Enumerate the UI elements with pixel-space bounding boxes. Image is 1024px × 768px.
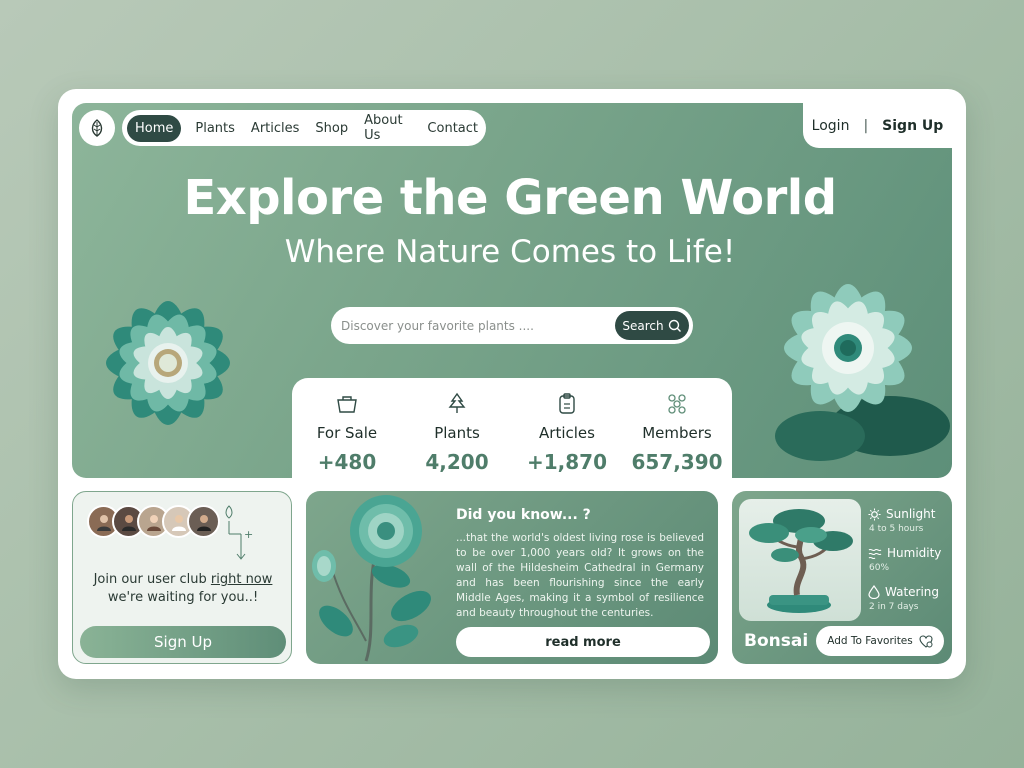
members-icon [668, 394, 686, 414]
main-nav: Home Plants Articles Shop About Us Conta… [122, 110, 486, 146]
search-input[interactable] [341, 318, 609, 333]
person-icon [146, 514, 161, 531]
person-icon [121, 514, 136, 531]
care-title: Watering [885, 585, 940, 599]
leaf-logo-icon [91, 119, 103, 137]
login-link[interactable]: Login [812, 118, 850, 134]
bonsai-card: Sunlight 4 to 5 hours Humidity 60% Water… [732, 491, 952, 664]
stats-panel: For Sale +480 Plants 4,200 Articles +1,8… [292, 378, 732, 478]
dahlia-flower-right-image [775, 284, 950, 461]
stat-label: Articles [539, 424, 595, 442]
club-text-before: Join our user club [93, 572, 211, 587]
club-signup-button[interactable]: Sign Up [80, 626, 286, 658]
person-icon [171, 514, 186, 531]
stat-value: +480 [317, 450, 377, 474]
club-message: Join our user club right now we're waiti… [73, 571, 293, 607]
heart-add-icon [919, 634, 933, 648]
bonsai-tree-image [749, 509, 853, 613]
nav-shop[interactable]: Shop [307, 115, 356, 142]
stat-value: 4,200 [425, 450, 489, 474]
stat-label: Plants [434, 424, 480, 442]
care-sunlight: Sunlight 4 to 5 hours [868, 507, 950, 534]
tree-icon [448, 392, 466, 413]
person-icon [96, 514, 111, 531]
nav-about-us[interactable]: About Us [356, 107, 419, 149]
favorites-label: Add To Favorites [827, 635, 913, 647]
signup-link[interactable]: Sign Up [882, 118, 943, 134]
water-drop-icon [868, 585, 880, 599]
member-avatars [87, 505, 220, 538]
care-humidity: Humidity 60% [868, 546, 950, 573]
avatar [187, 505, 220, 538]
care-title: Humidity [887, 546, 942, 560]
humidity-icon [868, 548, 882, 559]
plus-sign: + [244, 528, 254, 541]
plant-name: Bonsai [744, 631, 809, 651]
care-detail: 2 in 7 days [869, 602, 919, 612]
auth-links: Login | Sign Up [803, 103, 952, 148]
stat-value: 657,390 [631, 450, 723, 474]
logo[interactable] [79, 110, 115, 146]
stat-articles: Articles +1,870 [517, 392, 617, 474]
stat-plants: Plants 4,200 [407, 392, 507, 474]
club-right-now-link[interactable]: right now [211, 572, 273, 587]
care-title: Sunlight [886, 507, 936, 521]
club-text-after: we're waiting for you..! [107, 590, 259, 605]
search-button[interactable]: Search [615, 311, 689, 340]
care-detail: 4 to 5 hours [869, 524, 924, 534]
care-watering: Watering 2 in 7 days [868, 585, 950, 612]
clipboard-icon [559, 393, 575, 414]
read-more-button[interactable]: read more [456, 627, 710, 657]
nav-plants[interactable]: Plants [187, 115, 243, 142]
care-detail: 60% [869, 563, 890, 573]
dahlia-flower-left-image [106, 301, 230, 425]
stat-label: For Sale [316, 424, 378, 442]
user-club-card: + Join our user club right now we're wai… [72, 491, 292, 664]
auth-separator: | [863, 117, 869, 134]
nav-contact[interactable]: Contact [419, 115, 486, 142]
search-button-label: Search [622, 318, 664, 333]
search-bar: Search [331, 307, 693, 344]
did-you-know-card: Did you know... ? ...that the world's ol… [306, 491, 718, 664]
did-you-know-body: ...that the world's oldest living rose i… [456, 532, 704, 619]
sun-icon [868, 507, 881, 521]
person-icon [196, 514, 211, 531]
add-to-favorites-button[interactable]: Add To Favorites [816, 626, 944, 656]
hero-title: Explore the Green World [183, 170, 837, 226]
did-you-know-title: Did you know... ? [456, 507, 591, 523]
stat-label: Members [642, 424, 712, 442]
rose-image [312, 495, 431, 662]
nav-home[interactable]: Home [127, 114, 182, 142]
stat-value: +1,870 [526, 450, 608, 474]
stat-for-sale: For Sale +480 [297, 392, 397, 474]
basket-icon [337, 396, 357, 413]
stat-members: Members 657,390 [627, 392, 727, 474]
nav-articles[interactable]: Articles [243, 115, 307, 142]
search-icon [668, 319, 681, 332]
bonsai-image [739, 499, 861, 621]
